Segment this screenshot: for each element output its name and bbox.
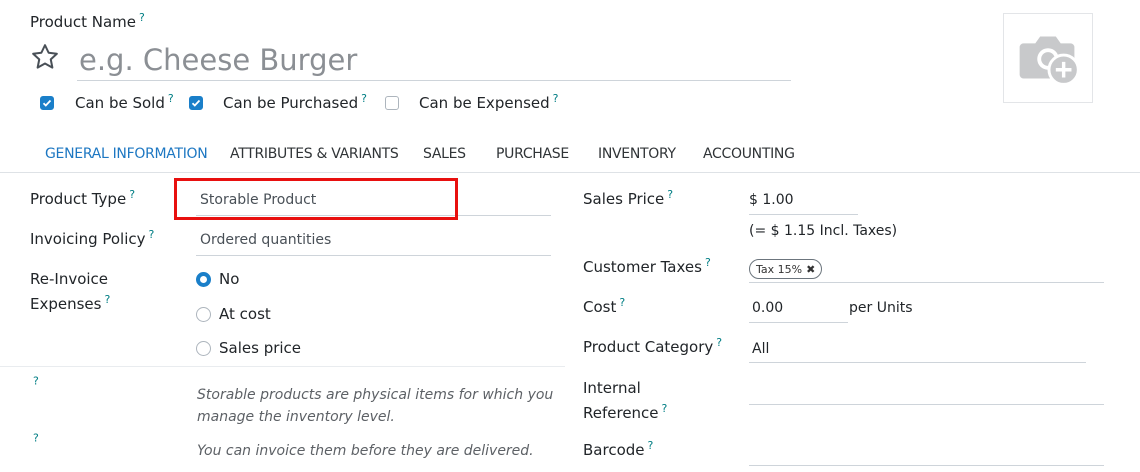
can-be-purchased-label: Can be Purchased? [223,92,367,112]
radio-selected-icon[interactable] [196,272,211,287]
remove-tag-icon[interactable]: ✖ [806,263,815,276]
help-mark[interactable]: ? [648,439,654,452]
internal-reference-label-line1: Internal [583,379,641,397]
product-category-value: All [752,341,770,357]
tab-purchase[interactable]: PURCHASE [496,146,569,162]
checkbox-checked-icon[interactable] [40,96,54,110]
internal-reference-input[interactable] [749,380,1104,405]
product-image-upload[interactable] [1003,13,1093,103]
favorite-star-icon[interactable] [30,42,60,72]
radio-sales-price[interactable] [196,341,211,356]
radio-empty-icon[interactable] [196,307,211,322]
barcode-input[interactable] [749,440,1104,466]
help-mark[interactable]: ? [553,92,559,105]
sales-price-label: Sales Price? [583,188,674,208]
help-mark[interactable]: ? [705,256,711,269]
tab-sales[interactable]: SALES [423,146,466,162]
storable-help-text: Storable products are physical items for… [197,387,554,425]
highlight-box [174,178,458,220]
tab-general-information[interactable]: GENERAL INFORMATION [45,146,208,162]
radio-at-cost-label: At cost [219,305,271,323]
invoice-help-text: You can invoice them before they are del… [197,443,534,459]
reinvoice-label-line1: Re-Invoice [30,270,109,288]
help-mark[interactable]: ? [361,92,367,105]
radio-no-label: No [219,270,240,288]
can-be-sold-label: Can be Sold? [75,92,174,112]
customer-taxes-label: Customer Taxes? [583,256,711,276]
help-mark[interactable]: ? [667,188,673,201]
invoicing-policy-select[interactable]: Ordered quantities [196,230,551,256]
help-mark[interactable]: ? [662,402,668,415]
help-mark[interactable]: ? [139,11,145,24]
can-be-purchased-checkbox[interactable] [189,96,203,112]
can-be-expensed-label: Can be Expensed? [419,92,559,112]
radio-sales-price-label: Sales price [219,339,302,357]
help-mark[interactable]: ? [168,92,174,105]
product-name-input[interactable] [77,40,791,81]
product-type-label: Product Type? [30,188,136,208]
radio-at-cost[interactable] [196,307,211,322]
notebook-tabs: GENERAL INFORMATION ATTRIBUTES & VARIANT… [0,133,1140,173]
tab-attributes-variants[interactable]: ATTRIBUTES & VARIANTS [230,146,399,162]
product-name-label: Product Name? [30,11,145,31]
help-mark-2[interactable]: ? [33,432,39,451]
radio-no[interactable] [196,272,211,287]
help-mark[interactable]: ? [619,296,625,309]
checkbox-checked-icon[interactable] [189,96,203,110]
incl-taxes-text: (= $ 1.15 Incl. Taxes) [749,223,898,239]
section-divider [0,366,565,367]
help-mark[interactable]: ? [716,336,722,349]
tab-accounting[interactable]: ACCOUNTING [703,146,795,162]
radio-empty-icon[interactable] [196,341,211,356]
cost-label: Cost? [583,296,626,316]
camera-add-icon [1019,36,1080,86]
tax-tag: Tax 15% ✖ [749,259,823,279]
barcode-label: Barcode? [583,439,654,459]
product-category-select[interactable]: All [749,338,1086,363]
invoicing-policy-label: Invoicing Policy? [30,228,155,248]
invoicing-policy-value: Ordered quantities [200,232,332,248]
product-category-label: Product Category? [583,336,723,356]
help-mark[interactable]: ? [129,188,135,201]
cost-value: 0.00 [752,300,784,316]
sales-price-value: $ 1.00 [749,192,794,208]
reinvoice-label-line2: Expenses? [30,293,111,313]
internal-reference-label-line2: Reference? [583,402,668,422]
cost-unit: per Units [849,300,913,316]
can-be-expensed-checkbox[interactable] [385,96,399,114]
checkbox-unchecked-icon[interactable] [385,96,399,110]
help-mark-1[interactable]: ? [33,375,39,394]
can-be-sold-checkbox[interactable] [40,96,54,112]
sales-price-input[interactable]: $ 1.00 [749,190,858,215]
help-mark[interactable]: ? [104,293,110,306]
help-mark[interactable]: ? [149,228,155,241]
tab-inventory[interactable]: INVENTORY [598,146,676,162]
cost-input[interactable]: 0.00 [749,298,848,323]
